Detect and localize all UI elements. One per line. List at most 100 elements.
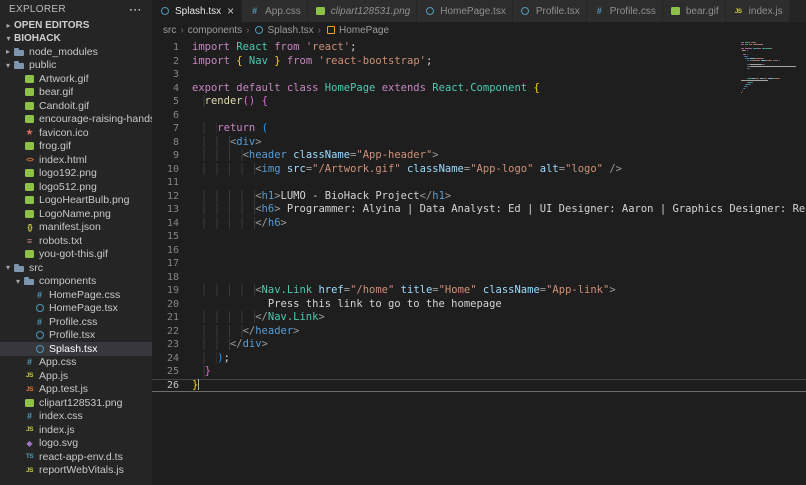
code-line-19[interactable]: 19 <Nav.Link href="/home" title="Home" c… [152, 284, 806, 298]
tree-item-LogoHeartBulb.png[interactable]: LogoHeartBulb.png [0, 194, 152, 208]
code-line-25[interactable]: 25 } [152, 365, 806, 379]
tree-item-HomePage.css[interactable]: #HomePage.css [0, 288, 152, 302]
image-icon [314, 6, 327, 16]
more-actions-icon[interactable]: ⋯ [129, 5, 142, 15]
json-icon: {} [23, 222, 36, 232]
css-icon: # [23, 411, 36, 421]
code-line-22[interactable]: 22 </header> [152, 325, 806, 339]
open-editors-label: OPEN EDITORS [14, 20, 89, 31]
breadcrumb-separator-icon: › [180, 25, 183, 36]
line-number: 6 [152, 109, 192, 123]
code-line-9[interactable]: 9 <header className="App-header"> [152, 149, 806, 163]
breadcrumb-label: src [163, 25, 176, 36]
tree-item-bear.gif[interactable]: bear.gif [0, 86, 152, 100]
workspace-section[interactable]: ▾ BIOHACK [0, 32, 152, 45]
code-line-24[interactable]: 24 ); [152, 352, 806, 366]
tree-item-clipart128531.png[interactable]: clipart128531.png [0, 396, 152, 410]
tree-item-Profile.tsx[interactable]: Profile.tsx [0, 329, 152, 343]
code-line-7[interactable]: 7 return ( [152, 122, 806, 136]
tree-item-App.test.js[interactable]: JSApp.test.js [0, 383, 152, 397]
tree-item-Artwork.gif[interactable]: Artwork.gif [0, 72, 152, 86]
code-line-18[interactable]: 18 [152, 271, 806, 285]
minimap[interactable] [740, 40, 798, 95]
chevron-right-icon: ▸ [3, 47, 13, 56]
code-line-21[interactable]: 21 </Nav.Link> [152, 311, 806, 325]
tab-bear.gif[interactable]: bear.gif [663, 0, 726, 22]
tree-item-react-app-env.d.ts[interactable]: TSreact-app-env.d.ts [0, 450, 152, 464]
chevron-down-icon: ▾ [13, 277, 23, 286]
symbol-class-icon [325, 25, 336, 35]
sidebar-header: EXPLORER ⋯ [0, 0, 152, 19]
line-number: 26 [152, 379, 192, 393]
code-line-10[interactable]: 10 <img src="/Artwork.gif" className="Ap… [152, 163, 806, 177]
code-line-1[interactable]: 1import React from 'react'; [152, 41, 806, 55]
tree-item-Candoit.gif[interactable]: Candoit.gif [0, 99, 152, 113]
tree-item-public[interactable]: ▾public [0, 59, 152, 73]
image-icon [23, 141, 36, 151]
line-number: 8 [152, 136, 192, 150]
tree-item-reportWebVitals.js[interactable]: JSreportWebVitals.js [0, 464, 152, 478]
tab-index.js[interactable]: JSindex.js [726, 0, 790, 22]
breadcrumb-item-HomePage[interactable]: HomePage [325, 25, 389, 36]
tree-item-robots.txt[interactable]: ≡robots.txt [0, 234, 152, 248]
tab-HomePage.tsx[interactable]: HomePage.tsx [417, 0, 513, 22]
code-line-14[interactable]: 14 </h6> [152, 217, 806, 231]
react-icon [254, 25, 265, 35]
code-line-11[interactable]: 11 [152, 176, 806, 190]
tree-item-frog.gif[interactable]: frog.gif [0, 140, 152, 154]
tree-item-index.js[interactable]: JSindex.js [0, 423, 152, 437]
tab-clipart128531.png[interactable]: clipart128531.png [308, 0, 418, 22]
tree-item-App.js[interactable]: JSApp.js [0, 369, 152, 383]
code-line-4[interactable]: 4export default class HomePage extends R… [152, 82, 806, 96]
code-editor[interactable]: 1import React from 'react';2import { Nav… [152, 38, 806, 485]
tree-item-manifest.json[interactable]: {}manifest.json [0, 221, 152, 235]
tree-item-favicon.ico[interactable]: ★favicon.ico [0, 126, 152, 140]
tree-item-encourage-raising-hands.gif[interactable]: encourage-raising-hands.gif [0, 113, 152, 127]
code-line-20[interactable]: 20 Press this link to go to the homepage [152, 298, 806, 312]
tree-item-src[interactable]: ▾src [0, 261, 152, 275]
code-line-8[interactable]: 8 <div> [152, 136, 806, 150]
text-file-icon: ≡ [23, 236, 36, 246]
breadcrumb-item-components[interactable]: components [188, 25, 242, 36]
tree-item-Profile.css[interactable]: #Profile.css [0, 315, 152, 329]
file-label: react-app-env.d.ts [39, 451, 123, 463]
code-line-17[interactable]: 17 [152, 257, 806, 271]
tree-item-logo512.png[interactable]: logo512.png [0, 180, 152, 194]
code-line-13[interactable]: 13 <h6> Programmer: Alyina | Data Analys… [152, 203, 806, 217]
tree-item-Splash.tsx[interactable]: Splash.tsx [0, 342, 152, 356]
tree-item-App.css[interactable]: #App.css [0, 356, 152, 370]
tab-Splash.tsx[interactable]: Splash.tsx× [152, 0, 242, 22]
code-line-6[interactable]: 6 [152, 109, 806, 123]
breadcrumb-item-Splash.tsx[interactable]: Splash.tsx [254, 25, 314, 36]
tree-item-logo.svg[interactable]: ◆logo.svg [0, 437, 152, 451]
code-line-26[interactable]: 26} [152, 379, 806, 393]
tree-item-node_modules[interactable]: ▸node_modules [0, 45, 152, 59]
tree-item-index.html[interactable]: <>index.html [0, 153, 152, 167]
tree-item-you-got-this.gif[interactable]: you-got-this.gif [0, 248, 152, 262]
code-line-23[interactable]: 23 </div> [152, 338, 806, 352]
code-line-15[interactable]: 15 [152, 230, 806, 244]
line-number: 2 [152, 55, 192, 69]
tab-Profile.css[interactable]: #Profile.css [587, 0, 663, 22]
tab-App.css[interactable]: #App.css [242, 0, 308, 22]
code-line-5[interactable]: 5 render() { [152, 95, 806, 109]
open-editors-section[interactable]: ▸ OPEN EDITORS [0, 19, 152, 32]
tab-label: HomePage.tsx [440, 6, 506, 17]
line-number: 19 [152, 284, 192, 298]
tree-item-LogoName.png[interactable]: LogoName.png [0, 207, 152, 221]
code-line-16[interactable]: 16 [152, 244, 806, 258]
file-label: Profile.tsx [49, 329, 95, 341]
chevron-down-icon: ▾ [3, 61, 13, 70]
close-icon[interactable]: × [226, 6, 235, 16]
line-number: 12 [152, 190, 192, 204]
code-line-12[interactable]: 12 <h1>LUMO - BioHack Project</h1> [152, 190, 806, 204]
code-line-3[interactable]: 3 [152, 68, 806, 82]
code-line-2[interactable]: 2import { Nav } from 'react-bootstrap'; [152, 55, 806, 69]
tree-item-HomePage.tsx[interactable]: HomePage.tsx [0, 302, 152, 316]
tree-item-logo192.png[interactable]: logo192.png [0, 167, 152, 181]
tree-item-index.css[interactable]: #index.css [0, 410, 152, 424]
tab-Profile.tsx[interactable]: Profile.tsx [513, 0, 587, 22]
tree-item-components[interactable]: ▾components [0, 275, 152, 289]
breadcrumb-item-src[interactable]: src [163, 25, 176, 36]
folder-icon [13, 263, 26, 273]
